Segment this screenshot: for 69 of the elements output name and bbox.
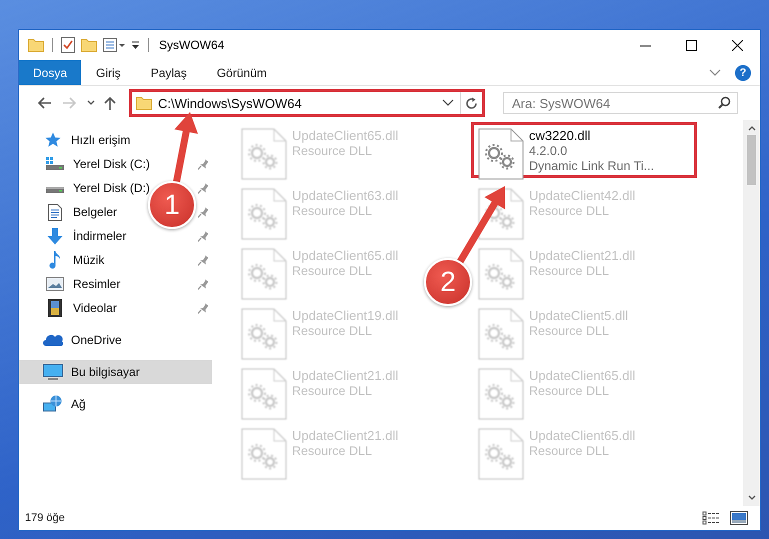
checklist-icon xyxy=(61,37,75,53)
nav-item-label[interactable]: Bu bilgisayar xyxy=(71,365,140,379)
file-detail: Resource DLL xyxy=(292,264,373,278)
nav-item-label[interactable]: OneDrive xyxy=(71,333,122,347)
highlighted-file-item[interactable]: cw3220.dll 4.2.0.0 Dynamic Link Run Ti... xyxy=(471,122,697,178)
maximize-icon xyxy=(686,40,696,50)
file-name[interactable]: cw3220.dll xyxy=(529,128,654,143)
left-arrow-icon xyxy=(37,97,51,109)
picture-icon xyxy=(46,277,64,291)
nav-item-label[interactable]: Resimler xyxy=(73,277,120,291)
file-detail: Dynamic Link Run Ti... xyxy=(529,159,654,173)
nav-item-label[interactable]: Belgeler xyxy=(73,205,118,219)
file-detail: Resource DLL xyxy=(292,444,373,458)
file-detail: Resource DLL xyxy=(529,204,610,218)
down-arrow-icon xyxy=(47,228,63,244)
network-icon xyxy=(43,395,63,413)
ribbon-tab[interactable]: Dosya xyxy=(19,60,82,85)
dropdown-caret-icon xyxy=(442,99,454,107)
expand-ribbon-icon xyxy=(709,68,721,76)
customize-caret-icon xyxy=(131,40,140,50)
address-bar[interactable]: C:\Windows\SysWOW64 xyxy=(129,89,485,117)
selected-nav-item[interactable]: Bu bilgisayar xyxy=(19,360,212,384)
search-field[interactable]: Ara: SysWOW64 xyxy=(503,92,738,114)
properties-icon xyxy=(103,38,125,52)
close-icon xyxy=(732,40,742,50)
caret-icon xyxy=(87,100,95,106)
refresh-icon xyxy=(465,96,478,110)
folder-icon xyxy=(136,96,152,110)
nav-item-label[interactable]: Yerel Disk (C:) xyxy=(73,157,150,171)
large-icons-view-icon[interactable] xyxy=(730,511,748,525)
nav-item-label[interactable]: Müzik xyxy=(73,253,104,267)
file-detail: Resource DLL xyxy=(292,204,373,218)
window-title: SysWOW64 xyxy=(159,38,226,52)
right-arrow-icon xyxy=(63,97,77,109)
up-arrow-icon xyxy=(104,96,116,110)
file-detail: Resource DLL xyxy=(529,444,610,458)
star-icon xyxy=(45,132,61,148)
help-button[interactable]: ? xyxy=(735,64,751,80)
details-view-icon[interactable] xyxy=(702,511,720,525)
item-count: 179 öğe xyxy=(25,512,66,524)
scroll-down-icon xyxy=(748,495,756,500)
nav-item-label[interactable]: Hızlı erişim xyxy=(71,133,130,147)
file-detail: Resource DLL xyxy=(292,324,373,338)
scrollbar[interactable] xyxy=(743,120,760,506)
nav-item-label[interactable]: Yerel Disk (D:) xyxy=(73,181,150,195)
nav-item-label[interactable]: Ağ xyxy=(71,397,86,411)
search-icon xyxy=(718,96,731,109)
scroll-up-icon xyxy=(748,126,756,131)
nav-item-label[interactable]: Videolar xyxy=(73,301,117,315)
scrollbar-thumb[interactable] xyxy=(747,135,756,185)
ribbon-tab[interactable]: Giriş xyxy=(81,60,136,85)
settings-file-icon[interactable] xyxy=(478,128,524,180)
monitor-icon xyxy=(43,364,63,380)
cloud-icon xyxy=(43,334,63,346)
file-detail: Resource DLL xyxy=(529,264,610,278)
nav-item-label[interactable]: İndirmeler xyxy=(73,229,126,243)
music-note-icon xyxy=(49,251,61,269)
film-icon xyxy=(48,299,62,317)
document-icon xyxy=(48,204,62,220)
folder-icon xyxy=(28,38,44,52)
ribbon-tab[interactable]: Paylaş xyxy=(136,60,202,85)
file-detail: Resource DLL xyxy=(529,384,610,398)
folder-icon xyxy=(81,38,97,52)
file-detail: Resource DLL xyxy=(292,144,373,158)
file-detail: 4.2.0.0 xyxy=(529,144,568,158)
file-detail: Resource DLL xyxy=(529,324,610,338)
drive-icon xyxy=(46,157,64,171)
file-detail: Resource DLL xyxy=(292,384,373,398)
ribbon-tab[interactable]: Görünüm xyxy=(202,60,282,85)
